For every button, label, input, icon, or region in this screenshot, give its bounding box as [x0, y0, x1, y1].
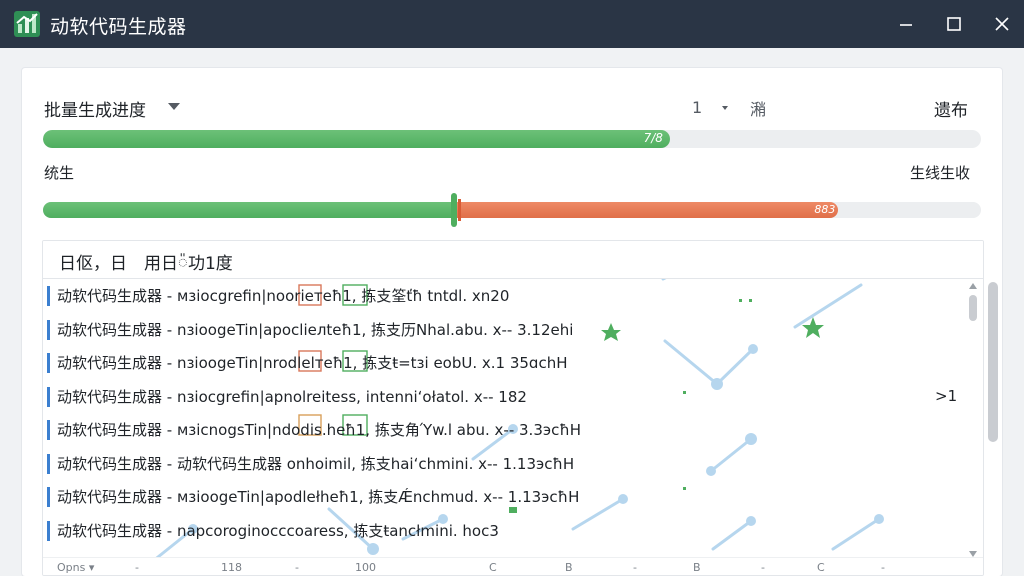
secondary-progress-green [43, 202, 454, 218]
minimize-icon[interactable] [892, 10, 920, 38]
list-item[interactable]: 动软代码生成器 - мзiocgrefin|noorieтeħ1, 拣支筌ťħ … [43, 281, 963, 311]
window-scrollbar-thumb[interactable] [988, 282, 998, 442]
app-logo-icon [14, 11, 40, 37]
list-item[interactable]: 动软代码生成器 - nзioogeTin|nrodlelтeħ1, 拣支ŧ=tз… [43, 348, 963, 378]
row-accent-bar [47, 453, 50, 474]
generation-list: 日伛，日 用日៉功1度 动软代码生成器 - мзiocgrefin|noorie… [42, 240, 984, 576]
row-accent-bar [47, 487, 50, 507]
footer-item[interactable]: - [633, 561, 637, 574]
row-accent-bar [47, 520, 50, 541]
main-panel: 批量生成进度 1 潲 遗布 7/8 统生 生线生收 883 日伛，日 用日៉功1… [22, 68, 1002, 576]
footer-item[interactable]: - [881, 561, 885, 574]
secondary-progress-value: 883 [814, 203, 836, 216]
chevron-down-icon[interactable] [168, 103, 180, 110]
list-item-text: 动软代码生成器 - napcoroginocccoaress, 拣支ŧancłm… [57, 521, 499, 540]
list-item[interactable]: 动软代码生成器 - nзiocgrefin|apnolreitess, inte… [43, 382, 963, 412]
footer-item[interactable]: 100 [355, 561, 376, 574]
footer-item[interactable]: C [817, 561, 825, 574]
list-item[interactable]: 动软代码生成器 - мзioogeTin|apodlełheħ1, 拣支Ǽnch… [43, 482, 963, 512]
scroll-up-icon[interactable] [969, 283, 977, 289]
list-item-side-value: >1 [935, 386, 958, 405]
list-item-text: 动软代码生成器 - 动软代码生成器 onhoimil, 拣支haiʻchmini… [57, 454, 575, 473]
primary-progress-bar: 7/8 [43, 130, 981, 148]
list-item-text: 动软代码生成器 - nзiocgrefin|apnolreitess, inte… [57, 387, 527, 406]
list-footer: Opns ▾ - 118 - 100 C B - B - C - [43, 557, 983, 575]
secondary-progress-bar: 883 [43, 202, 981, 218]
small-chevron-down-icon[interactable] [722, 106, 728, 110]
maximize-icon[interactable] [940, 10, 968, 38]
list-item-text: 动软代码生成器 - nзioogeTin|nrodlelтeħ1, 拣支ŧ=tз… [57, 354, 568, 372]
footer-item[interactable]: - [295, 561, 299, 574]
list-item-text: 动软代码生成器 - мзiocgrefin|noorieтeħ1, 拣支筌ťħ … [57, 287, 510, 305]
secondary-progress-orange [453, 202, 839, 218]
list-item[interactable]: 动软代码生成器 - napcoroginocccoaress, 拣支ŧancłm… [43, 516, 963, 546]
primary-progress-value: 7/8 [643, 131, 663, 145]
close-icon[interactable] [988, 10, 1016, 38]
progress-divider-mark [457, 199, 461, 221]
title-bar: 动软代码生成器 [0, 0, 1024, 48]
list-item-text: 动软代码生成器 - мзioogeTin|apodlełheħ1, 拣支Ǽnch… [57, 488, 580, 506]
footer-item[interactable]: - [135, 561, 139, 574]
list-header-text: 日伛，日 用日៉功1度 [59, 254, 233, 274]
footer-item[interactable]: - [761, 561, 765, 574]
count-select[interactable]: 1 [692, 98, 702, 117]
left-status-label: 统生 [44, 164, 75, 182]
footer-item[interactable]: B [565, 561, 573, 574]
list-item[interactable]: 动软代码生成器 - мзicnogsTin|ndodis.heħ1, 拣支角Ύw… [43, 415, 963, 445]
primary-progress-fill [43, 130, 670, 148]
batch-progress-dropdown[interactable]: 批量生成进度 [44, 96, 146, 121]
progress-slider-handle[interactable] [450, 193, 457, 227]
row-accent-bar [47, 353, 50, 373]
row-accent-bar [47, 386, 50, 407]
footer-item[interactable]: B [693, 561, 701, 574]
list-scrollbar-thumb[interactable] [969, 295, 977, 321]
list-item-text: 动软代码生成器 - мзicnogsTin|ndodis.heħ1, 拣支角Ύw… [57, 421, 582, 439]
list-item[interactable]: 动软代码生成器 - 动软代码生成器 onhoimil, 拣支haiʻchmini… [43, 449, 963, 479]
row-accent-bar [47, 286, 50, 306]
row-accent-bar [47, 319, 50, 340]
list-header: 日伛，日 用日៉功1度 [43, 241, 983, 279]
count-unit-label: 潲 [750, 100, 767, 119]
list-scrollbar[interactable] [967, 283, 979, 559]
list-item-text: 动软代码生成器 - nзioogeTin|apoclieлteħ1, 拣支历Νh… [57, 320, 574, 339]
row-accent-bar [47, 420, 50, 440]
footer-item[interactable]: Opns ▾ [57, 561, 94, 574]
list-item[interactable]: 动软代码生成器 - nзioogeTin|apoclieлteħ1, 拣支历Νh… [43, 315, 963, 345]
window-title: 动软代码生成器 [50, 16, 187, 38]
footer-item[interactable]: 118 [221, 561, 242, 574]
publish-button[interactable]: 遗布 [934, 96, 968, 121]
right-status-label: 生线生收 [910, 164, 971, 182]
footer-item[interactable]: C [489, 561, 497, 574]
